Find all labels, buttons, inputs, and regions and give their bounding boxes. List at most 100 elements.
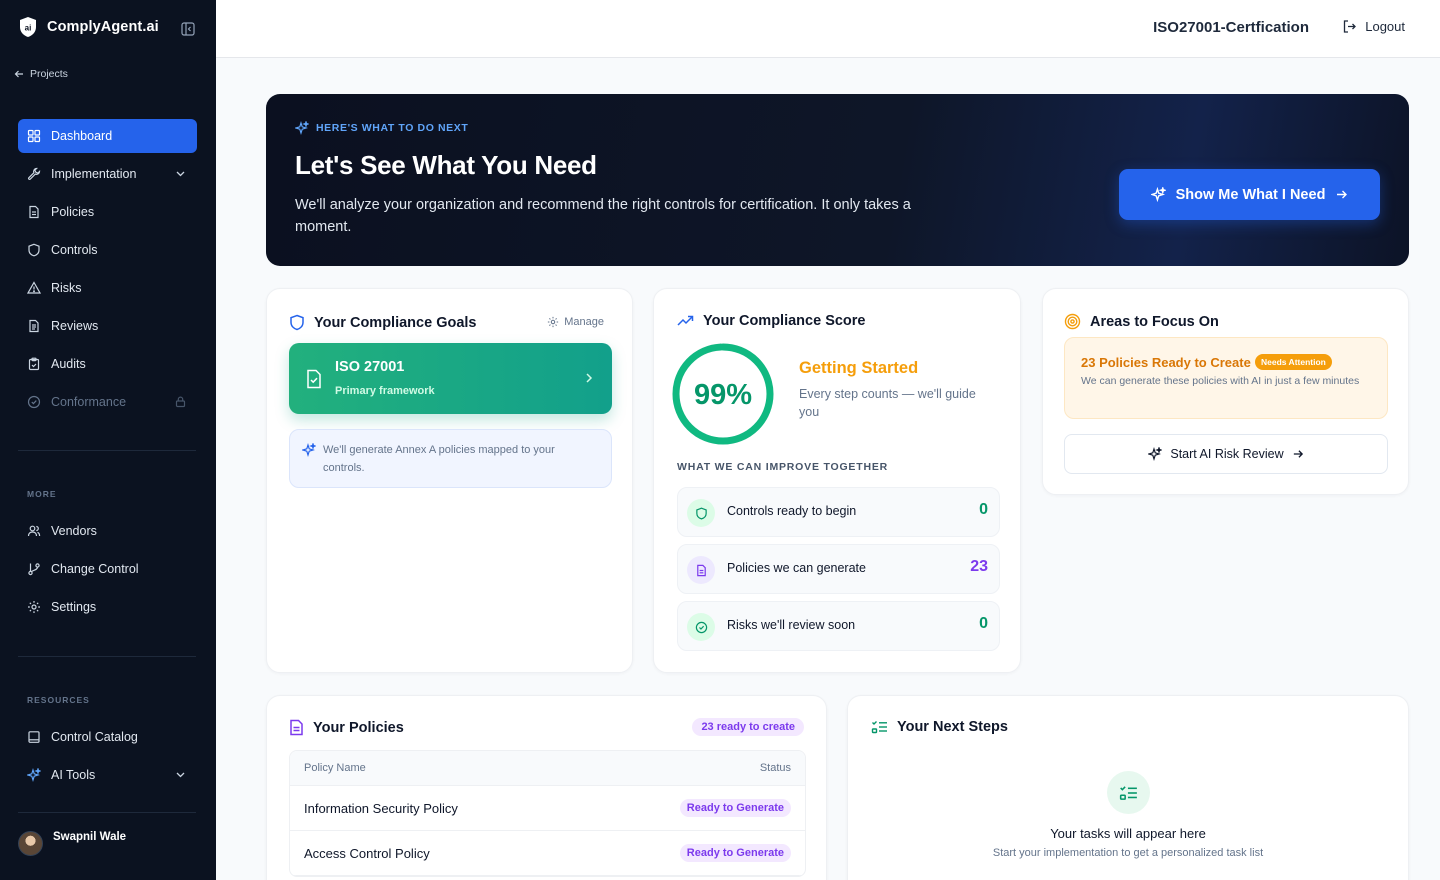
ready-count-badge: 23 ready to create	[692, 718, 804, 736]
brand[interactable]: ai ComplyAgent.ai	[18, 16, 159, 38]
metric-value: 0	[979, 615, 988, 632]
sidebar-item-controls[interactable]: Controls	[18, 233, 197, 267]
compliance-goals-card: Your Compliance Goals Manage ISO 27001 P…	[266, 288, 633, 673]
sidebar-collapse-icon[interactable]	[181, 22, 195, 36]
sidebar-item-control-catalog[interactable]: Control Catalog	[18, 720, 197, 754]
dashboard-icon	[27, 129, 41, 143]
resources-nav: Control Catalog AI Tools	[18, 720, 197, 796]
hero-kicker-text: HERE'S WHAT TO DO NEXT	[316, 122, 469, 134]
policies-table: Policy Name Status Information Security …	[289, 750, 806, 877]
logout-label: Logout	[1365, 19, 1405, 34]
score-status: Getting Started	[799, 359, 919, 377]
hero-kicker: HERE'S WHAT TO DO NEXT	[295, 121, 468, 135]
metric-label: Policies we can generate	[727, 561, 866, 575]
sidebar-item-label: Reviews	[51, 319, 99, 333]
chevron-down-icon[interactable]	[174, 768, 187, 781]
framework-card-iso27001[interactable]: ISO 27001 Primary framework	[289, 343, 612, 414]
file-text-icon	[29, 319, 39, 333]
logout-icon	[1344, 20, 1357, 33]
metric-controls[interactable]: Controls ready to begin 0	[677, 487, 1000, 537]
hero-button-label: Show Me What I Need	[1175, 186, 1326, 203]
sidebar-item-conformance[interactable]: Conformance	[18, 385, 197, 419]
users-icon	[27, 525, 41, 537]
metric-icon-badge	[687, 613, 715, 641]
sidebar-divider	[18, 450, 196, 451]
project-title: ISO27001-Certfication	[1153, 19, 1309, 36]
more-nav: Vendors Change Control Settings	[18, 514, 197, 628]
sidebar-item-audits[interactable]: Audits	[18, 347, 197, 381]
next-steps-card: Your Next Steps Your tasks will appear h…	[847, 695, 1409, 880]
table-row[interactable]: Information Security Policy Ready to Gen…	[290, 786, 805, 831]
document-icon	[29, 205, 39, 219]
sparkles-icon	[302, 443, 316, 457]
card-title: Your Policies	[289, 719, 404, 736]
sidebar-item-label: Settings	[51, 600, 97, 614]
list-checks-icon	[871, 721, 887, 734]
logout-button[interactable]: Logout	[1342, 19, 1405, 34]
sidebar-item-label: Policies	[51, 205, 95, 219]
back-to-projects-link[interactable]: Projects	[14, 68, 68, 80]
shield-icon	[290, 314, 304, 331]
topbar: ISO27001-Certfication Logout	[216, 0, 1440, 58]
arrow-right-icon	[1337, 190, 1348, 199]
empty-state-icon	[1107, 771, 1150, 814]
column-header-status: Status	[759, 762, 791, 774]
card-title: Your Compliance Score	[677, 313, 866, 329]
metric-icon-badge	[687, 556, 715, 584]
focus-alert-title: 23 Policies Ready to Create	[1081, 355, 1251, 370]
sidebar-item-vendors[interactable]: Vendors	[18, 514, 197, 548]
sidebar-item-label: Dashboard	[51, 129, 113, 143]
avatar	[18, 831, 43, 856]
metric-label: Risks we'll review soon	[727, 618, 856, 632]
sparkles-icon	[1150, 187, 1166, 202]
sidebar-item-label: Conformance	[51, 395, 127, 409]
check-circle-icon	[27, 395, 41, 409]
framework-name: ISO 27001	[335, 359, 405, 375]
sidebar-item-label: Vendors	[51, 524, 97, 538]
start-ai-risk-review-button[interactable]: Start AI Risk Review	[1064, 434, 1388, 474]
warning-icon	[27, 281, 41, 294]
focus-areas-card: Areas to Focus On 23 Policies Ready to C…	[1042, 288, 1409, 495]
trending-up-icon	[677, 315, 694, 326]
user-profile[interactable]: Swapnil Wale	[18, 831, 126, 856]
focus-button-label: Start AI Risk Review	[1170, 447, 1284, 461]
focus-alert[interactable]: 23 Policies Ready to Create Needs Attent…	[1064, 337, 1388, 419]
list-checks-icon	[1119, 785, 1137, 800]
sidebar-item-settings[interactable]: Settings	[18, 590, 197, 624]
hero-banner: HERE'S WHAT TO DO NEXT Let's See What Yo…	[266, 94, 1409, 266]
compliance-score-card: Your Compliance Score 99% Getting Starte…	[653, 288, 1021, 673]
sidebar-item-reviews[interactable]: Reviews	[18, 309, 197, 343]
focus-title: Areas to Focus On	[1090, 313, 1219, 330]
show-me-what-i-need-button[interactable]: Show Me What I Need	[1119, 169, 1380, 220]
manage-label: Manage	[564, 316, 604, 328]
table-row[interactable]: Access Control Policy Ready to Generate	[290, 831, 805, 876]
status-badge: Ready to Generate	[679, 844, 791, 862]
target-icon	[1064, 313, 1081, 330]
policy-name: Access Control Policy	[304, 845, 430, 861]
metric-value: 23	[970, 558, 988, 575]
sidebar-item-implementation[interactable]: Implementation	[18, 157, 197, 191]
manage-button[interactable]: Manage	[547, 316, 604, 328]
status-badge: Needs Attention	[1255, 354, 1332, 370]
metric-policies[interactable]: Policies we can generate 23	[677, 544, 1000, 594]
sparkles-icon	[295, 121, 309, 135]
sidebar-divider	[18, 812, 196, 813]
sidebar-item-label: Controls	[51, 243, 98, 257]
book-icon	[28, 731, 40, 743]
metric-risks[interactable]: Risks we'll review soon 0	[677, 601, 1000, 651]
section-label-more: MORE	[27, 489, 57, 499]
lock-icon	[175, 396, 186, 408]
score-title: Your Compliance Score	[703, 313, 866, 329]
policy-name: Information Security Policy	[304, 800, 458, 816]
metric-value: 0	[979, 501, 988, 518]
sidebar-item-change-control[interactable]: Change Control	[18, 552, 197, 586]
sidebar-item-dashboard[interactable]: Dashboard	[18, 119, 197, 153]
chevron-down-icon[interactable]	[174, 167, 187, 180]
sidebar-item-policies[interactable]: Policies	[18, 195, 197, 229]
sidebar-item-risks[interactable]: Risks	[18, 271, 197, 305]
gear-icon	[548, 316, 559, 328]
policies-card: Your Policies 23 ready to create Policy …	[266, 695, 827, 880]
gear-icon	[28, 601, 40, 613]
metric-label: Controls ready to begin	[727, 504, 857, 518]
sidebar-item-ai-tools[interactable]: AI Tools	[18, 758, 197, 792]
